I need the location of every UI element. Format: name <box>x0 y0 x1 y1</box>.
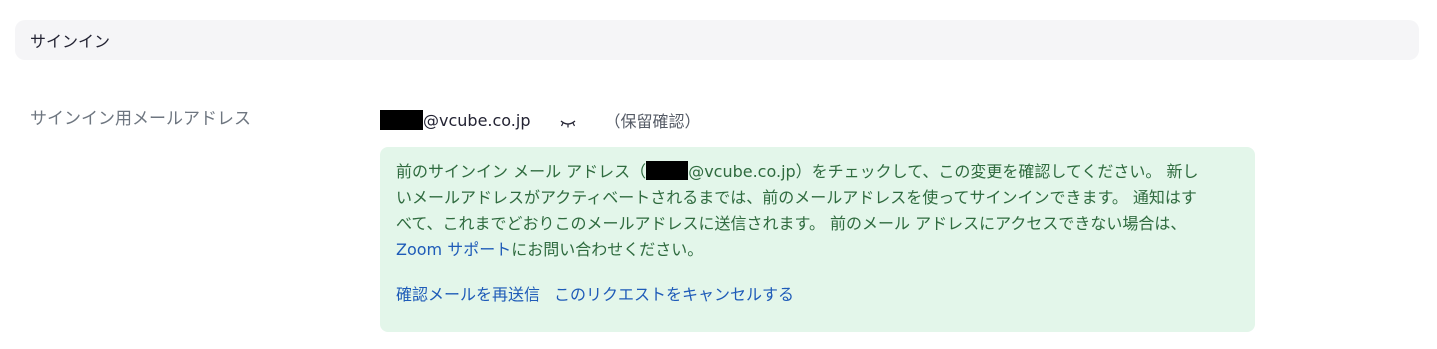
notice-text-before-email: 前のサインイン メール アドレス（ <box>396 162 647 181</box>
pending-confirmation-status: （保留確認） <box>604 112 701 131</box>
section-header: サインイン <box>15 20 1419 60</box>
notice-actions: 確認メールを再送信 このリクエストをキャンセルする <box>396 283 1239 307</box>
signin-email-row: @vcube.co.jp （保留確認） <box>380 108 701 132</box>
zoom-support-link[interactable]: Zoom サポート <box>396 240 511 259</box>
redacted-email-username <box>380 110 423 130</box>
email-domain: @vcube.co.jp <box>423 110 531 130</box>
resend-confirmation-link[interactable]: 確認メールを再送信 <box>396 283 540 307</box>
notice-text: 前のサインイン メール アドレス（ @vcube.co.jp）をチェックして、この… <box>396 159 1211 263</box>
notice-email-domain: @vcube.co.jp <box>688 162 796 181</box>
section-title: サインイン <box>30 32 111 51</box>
redacted-email-username <box>646 161 689 180</box>
cancel-request-link[interactable]: このリクエストをキャンセルする <box>554 283 794 307</box>
email-change-notice: 前のサインイン メール アドレス（ @vcube.co.jp）をチェックして、この… <box>380 147 1255 332</box>
notice-text-end: にお問い合わせください。 <box>511 240 704 259</box>
signin-email-label: サインイン用メールアドレス <box>30 109 251 129</box>
eye-closed-icon[interactable] <box>560 114 576 128</box>
